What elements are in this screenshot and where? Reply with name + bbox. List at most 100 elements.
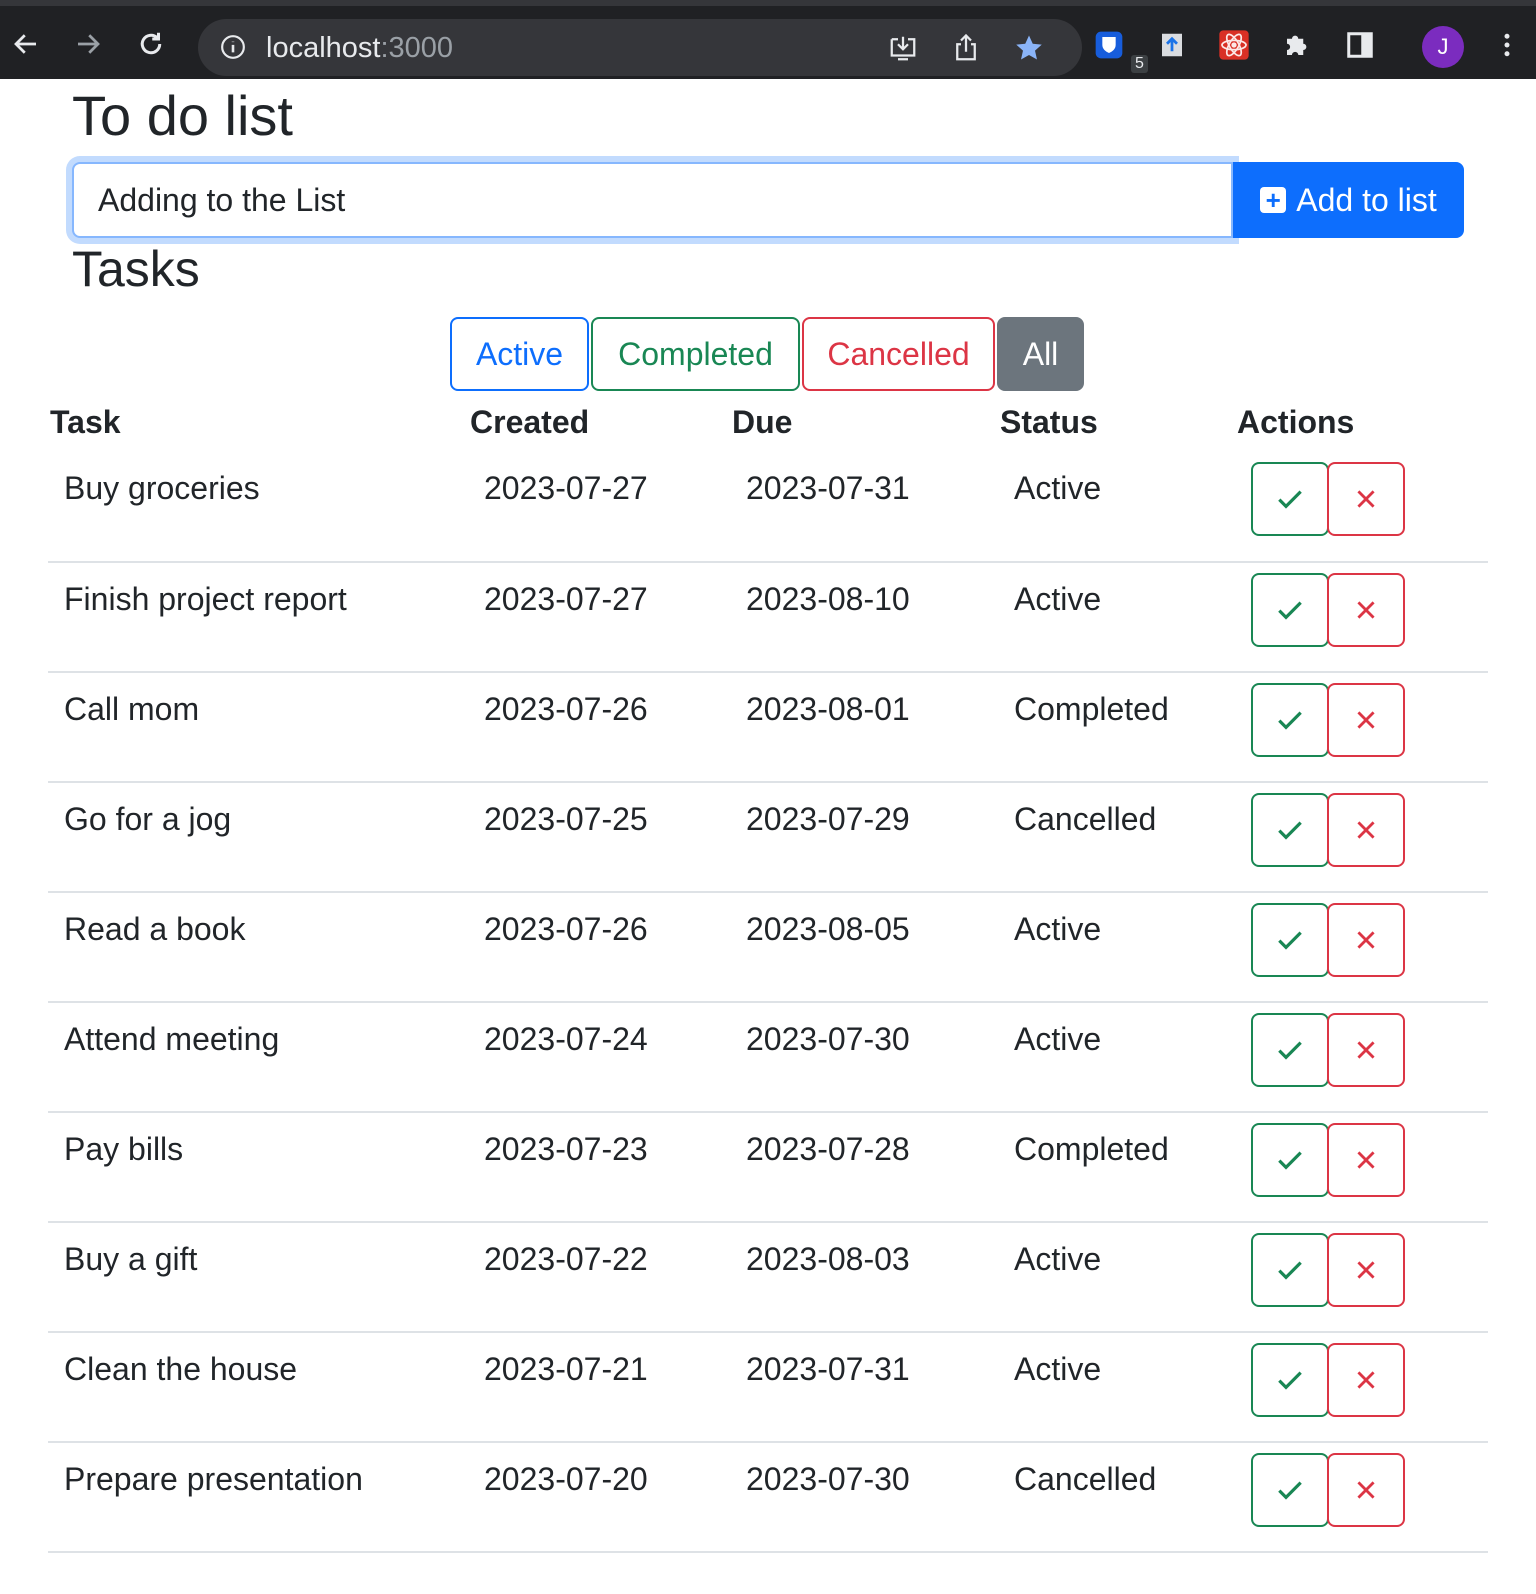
complete-task-button[interactable] [1251,1343,1329,1417]
task-name: Read a book [48,892,468,1003]
cancel-task-button[interactable] [1327,1123,1405,1197]
complete-task-button[interactable] [1251,1233,1329,1307]
side-panel-button[interactable] [1343,28,1377,62]
task-actions [1235,1002,1488,1113]
cancel-task-button[interactable] [1327,462,1405,536]
task-status: Completed [998,672,1235,783]
task-due-date: 2023-08-05 [730,892,998,1003]
task-created-date: 2023-07-21 [468,1332,730,1443]
task-created-date: 2023-07-24 [468,1002,730,1113]
task-actions [1235,562,1488,673]
complete-task-button[interactable] [1251,1013,1329,1087]
filter-all-button[interactable]: All [997,317,1084,391]
address-bar[interactable]: localhost:3000 [198,19,1082,76]
check-icon [1274,814,1306,846]
complete-task-button[interactable] [1251,793,1329,867]
profile-avatar[interactable]: J [1422,26,1464,68]
task-name: Buy a gift [48,1222,468,1333]
x-icon [1353,707,1379,733]
complete-task-button[interactable] [1251,1123,1329,1197]
x-icon [1353,817,1379,843]
page-title: To do list [72,84,293,147]
filter-active-button[interactable]: Active [450,317,589,391]
x-icon [1353,927,1379,953]
plus-square-icon: + [1260,187,1287,213]
task-due-date: 2023-07-30 [730,1442,998,1553]
task-actions [1235,1442,1488,1553]
complete-task-button[interactable] [1251,1453,1329,1527]
extension-react-devtools[interactable] [1217,28,1251,62]
task-due-date: 2023-07-28 [730,1112,998,1223]
check-icon [1274,1254,1306,1286]
filter-completed-button[interactable]: Completed [591,317,800,391]
column-header-due: Due [732,403,793,440]
complete-task-button[interactable] [1251,683,1329,757]
complete-task-button[interactable] [1251,462,1329,536]
info-icon[interactable] [220,34,246,60]
task-status: Cancelled [998,1442,1235,1553]
reload-button[interactable] [133,26,169,62]
task-actions [1235,1332,1488,1443]
check-icon [1274,924,1306,956]
cancel-task-button[interactable] [1327,1233,1405,1307]
task-name: Prepare presentation [48,1442,468,1553]
cancel-task-button[interactable] [1327,683,1405,757]
extension-upload[interactable] [1155,28,1189,62]
task-actions [1235,672,1488,783]
x-icon [1353,1477,1379,1503]
new-task-input[interactable] [72,162,1233,238]
task-table-body: Buy groceries 2023-07-27 2023-07-31 Active F… [48,452,1488,1553]
task-name: Call mom [48,672,468,783]
task-due-date: 2023-08-01 [730,672,998,783]
cancel-task-button[interactable] [1327,1013,1405,1087]
task-actions [1235,892,1488,1003]
star-icon [1016,35,1042,60]
table-row: Clean the house 2023-07-21 2023-07-31 Activ… [48,1332,1488,1443]
forward-button[interactable] [70,26,106,62]
extensions-menu-button[interactable] [1280,28,1314,62]
browser-toolbar: localhost:3000 5 J [0,0,1536,79]
task-status: Active [998,562,1235,673]
complete-task-button[interactable] [1251,903,1329,977]
check-icon [1274,1144,1306,1176]
cancel-task-button[interactable] [1327,903,1405,977]
add-to-list-button[interactable]: + Add to list [1233,162,1464,238]
url-port: :3000 [380,32,454,64]
filter-cancelled-button[interactable]: Cancelled [802,317,995,391]
url-host: localhost [266,32,381,64]
task-actions [1235,452,1488,563]
table-row: Pay bills 2023-07-23 2023-07-28 Completed [48,1112,1488,1223]
share-button[interactable] [951,33,981,63]
status-filter-group: Active Completed Cancelled All [450,317,1086,391]
check-icon [1274,1474,1306,1506]
back-button[interactable] [8,26,44,62]
complete-task-button[interactable] [1251,573,1329,647]
task-name: Attend meeting [48,1002,468,1113]
table-row: Read a book 2023-07-26 2023-08-05 Active [48,892,1488,1003]
table-header-row: Task Created Due Status Actions [48,392,1488,452]
extension-badge: 5 [1131,55,1148,73]
bookmark-button[interactable] [1014,33,1044,63]
add-to-list-label: Add to list [1296,181,1437,218]
cancel-task-button[interactable] [1327,1453,1405,1527]
browser-menu-button[interactable] [1490,28,1524,62]
cancel-task-button[interactable] [1327,1343,1405,1417]
cancel-task-button[interactable] [1327,793,1405,867]
x-icon [1353,1257,1379,1283]
arrow-right-icon [78,34,100,54]
check-icon [1274,1034,1306,1066]
task-actions [1235,1112,1488,1223]
task-status: Cancelled [998,782,1235,893]
x-icon [1353,1147,1379,1173]
column-header-actions: Actions [1237,403,1355,440]
x-icon [1353,1037,1379,1063]
tasks-heading: Tasks [72,241,200,297]
task-due-date: 2023-08-10 [730,562,998,673]
task-status: Active [998,1332,1235,1443]
cancel-task-button[interactable] [1327,573,1405,647]
column-header-task: Task [50,403,121,440]
install-app-button[interactable] [888,33,918,63]
extension-bitwarden[interactable] [1092,28,1126,62]
puzzle-icon [1287,35,1307,55]
task-name: Buy groceries [48,452,468,563]
